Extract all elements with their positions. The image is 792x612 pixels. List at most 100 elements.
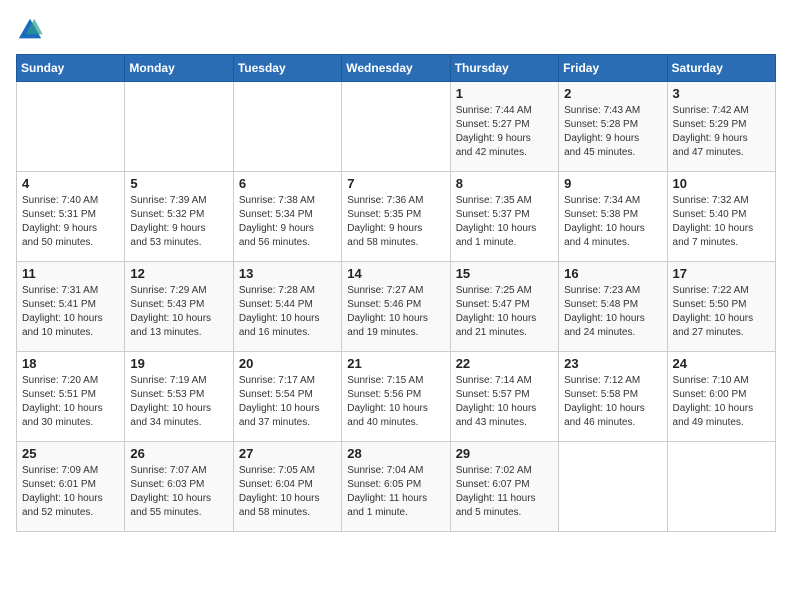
day-number: 7 [347,176,444,191]
weekday-header-tuesday: Tuesday [233,55,341,82]
calendar-cell: 18 Sunrise: 7:20 AM Sunset: 5:51 PM Dayli… [17,352,125,442]
day-info: Sunrise: 7:02 AM Sunset: 6:07 PM Dayligh… [456,464,553,520]
day-info: Sunrise: 7:40 AM Sunset: 5:31 PM Dayligh… [22,194,119,250]
calendar-cell: 26 Sunrise: 7:07 AM Sunset: 6:03 PM Dayli… [125,442,233,532]
day-number: 14 [347,266,444,281]
day-info: Sunrise: 7:04 AM Sunset: 6:05 PM Dayligh… [347,464,444,520]
calendar-cell: 15 Sunrise: 7:25 AM Sunset: 5:47 PM Dayli… [450,262,558,352]
calendar-cell: 1 Sunrise: 7:44 AM Sunset: 5:27 PM Daylig… [450,82,558,172]
calendar-cell: 21 Sunrise: 7:15 AM Sunset: 5:56 PM Dayli… [342,352,450,442]
page-header [16,16,776,44]
calendar-cell [125,82,233,172]
day-info: Sunrise: 7:34 AM Sunset: 5:38 PM Dayligh… [564,194,661,250]
calendar-cell [559,442,667,532]
day-info: Sunrise: 7:19 AM Sunset: 5:53 PM Dayligh… [130,374,227,430]
day-info: Sunrise: 7:05 AM Sunset: 6:04 PM Dayligh… [239,464,336,520]
calendar-cell: 22 Sunrise: 7:14 AM Sunset: 5:57 PM Dayli… [450,352,558,442]
day-info: Sunrise: 7:32 AM Sunset: 5:40 PM Dayligh… [673,194,770,250]
day-number: 17 [673,266,770,281]
calendar-cell: 20 Sunrise: 7:17 AM Sunset: 5:54 PM Dayli… [233,352,341,442]
day-info: Sunrise: 7:15 AM Sunset: 5:56 PM Dayligh… [347,374,444,430]
calendar-cell [17,82,125,172]
day-number: 11 [22,266,119,281]
calendar-cell: 23 Sunrise: 7:12 AM Sunset: 5:58 PM Dayli… [559,352,667,442]
calendar-cell [233,82,341,172]
day-info: Sunrise: 7:14 AM Sunset: 5:57 PM Dayligh… [456,374,553,430]
day-number: 13 [239,266,336,281]
day-info: Sunrise: 7:44 AM Sunset: 5:27 PM Dayligh… [456,104,553,160]
day-number: 15 [456,266,553,281]
calendar-cell: 5Sunrise: 7:39 AM Sunset: 5:32 PM Daylig… [125,172,233,262]
day-number: 19 [130,356,227,371]
day-number: 4 [22,176,119,191]
calendar-cell: 8 Sunrise: 7:35 AM Sunset: 5:37 PM Daylig… [450,172,558,262]
calendar-cell: 19 Sunrise: 7:19 AM Sunset: 5:53 PM Dayli… [125,352,233,442]
calendar-cell: 11 Sunrise: 7:31 AM Sunset: 5:41 PM Dayli… [17,262,125,352]
calendar-cell: 2 Sunrise: 7:43 AM Sunset: 5:28 PM Daylig… [559,82,667,172]
day-number: 3 [673,86,770,101]
day-info: Sunrise: 7:31 AM Sunset: 5:41 PM Dayligh… [22,284,119,340]
day-number: 25 [22,446,119,461]
day-info: Sunrise: 7:42 AM Sunset: 5:29 PM Dayligh… [673,104,770,160]
weekday-header-thursday: Thursday [450,55,558,82]
day-info: Sunrise: 7:17 AM Sunset: 5:54 PM Dayligh… [239,374,336,430]
calendar-cell: 6Sunrise: 7:38 AM Sunset: 5:34 PM Daylig… [233,172,341,262]
day-info: Sunrise: 7:27 AM Sunset: 5:46 PM Dayligh… [347,284,444,340]
day-info: Sunrise: 7:25 AM Sunset: 5:47 PM Dayligh… [456,284,553,340]
day-number: 8 [456,176,553,191]
day-info: Sunrise: 7:28 AM Sunset: 5:44 PM Dayligh… [239,284,336,340]
calendar-cell: 27 Sunrise: 7:05 AM Sunset: 6:04 PM Dayli… [233,442,341,532]
day-number: 22 [456,356,553,371]
day-info: Sunrise: 7:23 AM Sunset: 5:48 PM Dayligh… [564,284,661,340]
day-info: Sunrise: 7:36 AM Sunset: 5:35 PM Dayligh… [347,194,444,250]
day-number: 24 [673,356,770,371]
weekday-header-friday: Friday [559,55,667,82]
weekday-header-monday: Monday [125,55,233,82]
day-number: 29 [456,446,553,461]
day-number: 18 [22,356,119,371]
day-number: 28 [347,446,444,461]
day-info: Sunrise: 7:43 AM Sunset: 5:28 PM Dayligh… [564,104,661,160]
day-number: 12 [130,266,227,281]
weekday-header-sunday: Sunday [17,55,125,82]
day-number: 16 [564,266,661,281]
day-number: 2 [564,86,661,101]
calendar-cell: 13 Sunrise: 7:28 AM Sunset: 5:44 PM Dayli… [233,262,341,352]
day-number: 20 [239,356,336,371]
calendar-cell: 12 Sunrise: 7:29 AM Sunset: 5:43 PM Dayli… [125,262,233,352]
day-info: Sunrise: 7:12 AM Sunset: 5:58 PM Dayligh… [564,374,661,430]
day-info: Sunrise: 7:09 AM Sunset: 6:01 PM Dayligh… [22,464,119,520]
day-number: 1 [456,86,553,101]
day-info: Sunrise: 7:20 AM Sunset: 5:51 PM Dayligh… [22,374,119,430]
weekday-header-wednesday: Wednesday [342,55,450,82]
calendar-cell: 14 Sunrise: 7:27 AM Sunset: 5:46 PM Dayli… [342,262,450,352]
day-number: 26 [130,446,227,461]
weekday-header-saturday: Saturday [667,55,775,82]
calendar-cell: 28 Sunrise: 7:04 AM Sunset: 6:05 PM Dayli… [342,442,450,532]
calendar-cell: 4 Sunrise: 7:40 AM Sunset: 5:31 PM Daylig… [17,172,125,262]
calendar-cell: 9 Sunrise: 7:34 AM Sunset: 5:38 PM Daylig… [559,172,667,262]
calendar-cell: 7 Sunrise: 7:36 AM Sunset: 5:35 PM Daylig… [342,172,450,262]
calendar-cell [667,442,775,532]
calendar-cell: 3 Sunrise: 7:42 AM Sunset: 5:29 PM Daylig… [667,82,775,172]
day-info: Sunrise: 7:29 AM Sunset: 5:43 PM Dayligh… [130,284,227,340]
calendar-cell: 10 Sunrise: 7:32 AM Sunset: 5:40 PM Dayli… [667,172,775,262]
day-info: Sunrise: 7:35 AM Sunset: 5:37 PM Dayligh… [456,194,553,250]
day-info: Sunrise: 7:07 AM Sunset: 6:03 PM Dayligh… [130,464,227,520]
day-number: 27 [239,446,336,461]
day-number: 9 [564,176,661,191]
calendar-cell: 16 Sunrise: 7:23 AM Sunset: 5:48 PM Dayli… [559,262,667,352]
calendar-cell: 17 Sunrise: 7:22 AM Sunset: 5:50 PM Dayli… [667,262,775,352]
logo-icon [16,16,44,44]
calendar-cell: 25 Sunrise: 7:09 AM Sunset: 6:01 PM Dayli… [17,442,125,532]
calendar-table: SundayMondayTuesdayWednesdayThursdayFrid… [16,54,776,532]
calendar-cell [342,82,450,172]
day-number: 5 [130,176,227,191]
day-number: 23 [564,356,661,371]
day-number: 6 [239,176,336,191]
calendar-cell: 29 Sunrise: 7:02 AM Sunset: 6:07 PM Dayli… [450,442,558,532]
logo [16,16,48,44]
day-info: Sunrise: 7:22 AM Sunset: 5:50 PM Dayligh… [673,284,770,340]
day-number: 10 [673,176,770,191]
day-number: 21 [347,356,444,371]
